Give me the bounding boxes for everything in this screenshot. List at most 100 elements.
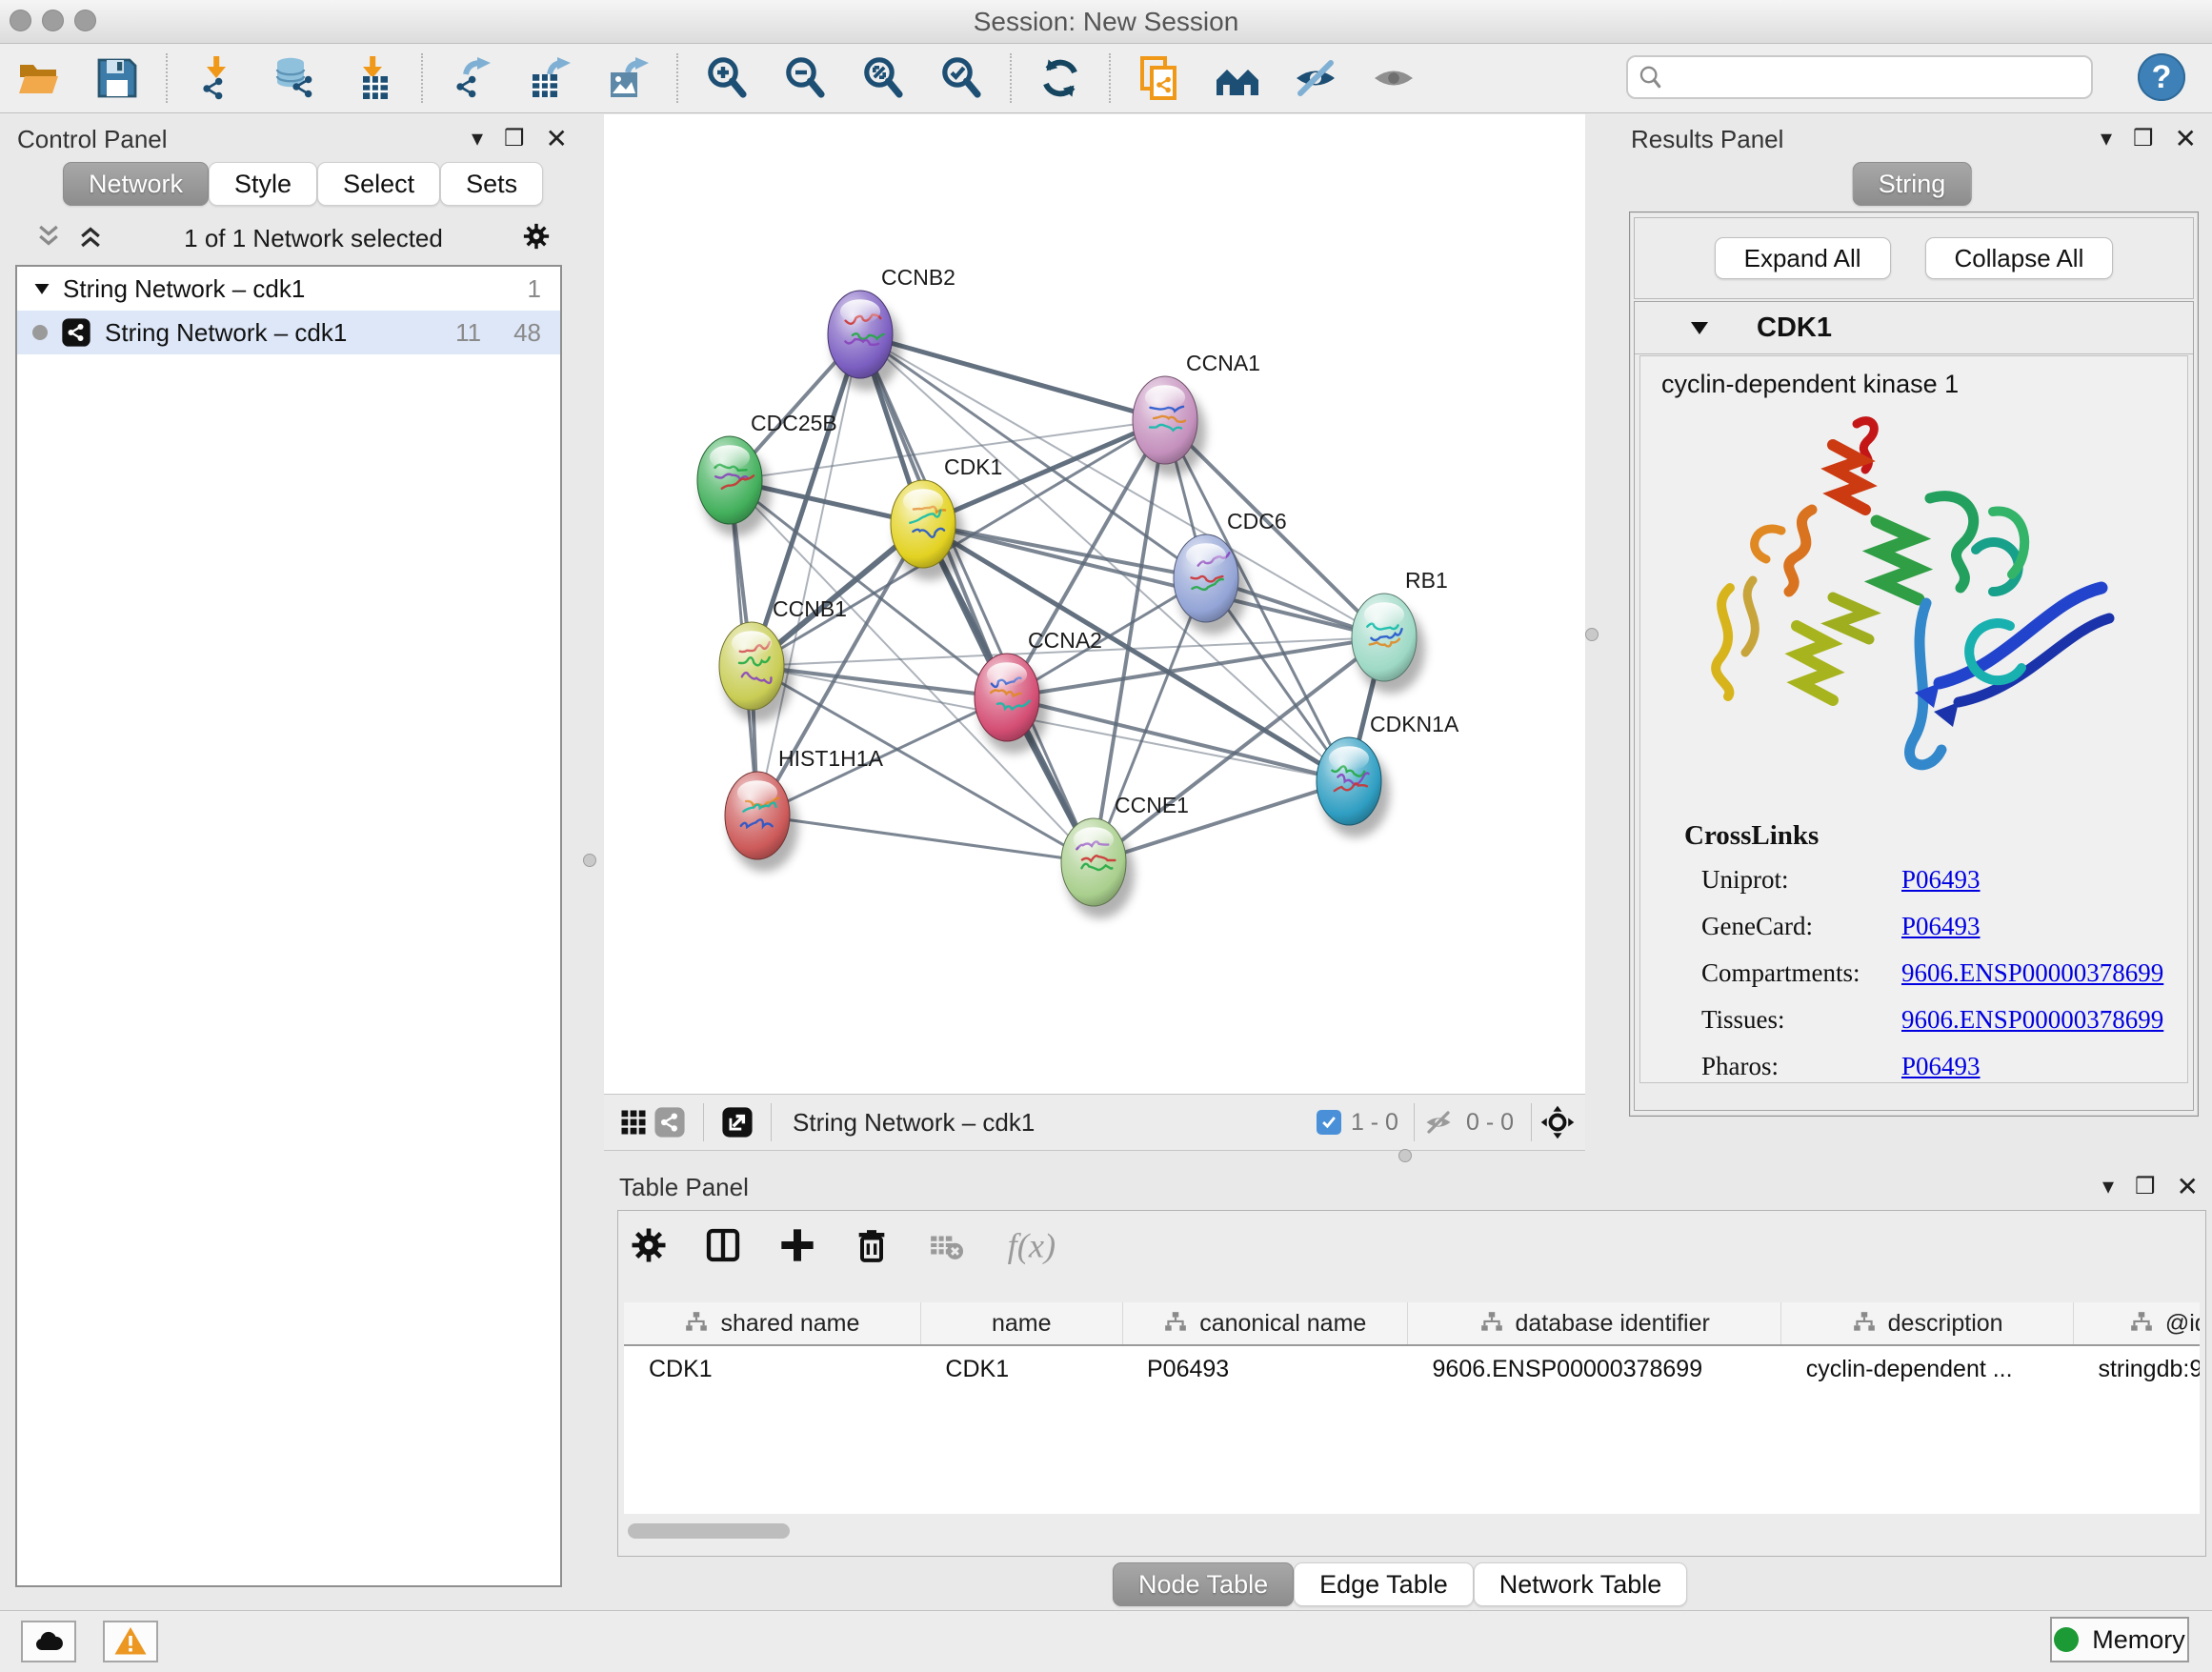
zoom-fit-content-button[interactable]: [857, 52, 909, 104]
delete-table-icon[interactable]: [925, 1224, 967, 1266]
export-table-button[interactable]: [524, 52, 575, 104]
panel-menu-icon[interactable]: ▾: [2101, 128, 2112, 151]
tab-edge-table[interactable]: Edge Table: [1294, 1562, 1474, 1606]
column-header-shared-name[interactable]: shared name: [624, 1302, 920, 1345]
export-image-button[interactable]: [602, 52, 654, 104]
network-node-RB1[interactable]: RB1: [1352, 568, 1448, 694]
tab-style[interactable]: Style: [209, 162, 317, 206]
table-cell[interactable]: cyclin-dependent ...: [1781, 1345, 2074, 1392]
network-node-HIST1H1A[interactable]: HIST1H1A: [725, 746, 884, 872]
table-options-gear-icon[interactable]: [628, 1224, 670, 1266]
zoom-in-icon: [717, 67, 729, 78]
table-horizontal-scrollbar[interactable]: [624, 1521, 2200, 1541]
float-panel-icon[interactable]: ❒: [504, 128, 525, 151]
horizontal-splitter-handle[interactable]: [1398, 1149, 1412, 1162]
crosslink-value-link[interactable]: P06493: [1901, 912, 1981, 941]
cloud-button[interactable]: [21, 1621, 76, 1662]
collection-expander-icon[interactable]: [32, 279, 51, 298]
warnings-button[interactable]: [103, 1621, 158, 1662]
network-options-gear-icon[interactable]: [522, 222, 554, 254]
column-header-database-identifier[interactable]: database identifier: [1408, 1302, 1781, 1345]
tab-string[interactable]: String: [1853, 162, 1972, 206]
tab-network-table[interactable]: Network Table: [1474, 1562, 1688, 1606]
import-network-from-database-button[interactable]: [269, 52, 320, 104]
network-node-CCNA1[interactable]: CCNA1: [1133, 351, 1260, 476]
save-session-button[interactable]: [91, 52, 143, 104]
table-row[interactable]: CDK1CDK1P064939606.ENSP00000378699cyclin…: [624, 1345, 2200, 1392]
memory-button[interactable]: Memory: [2050, 1617, 2189, 1662]
delete-column-icon[interactable]: [851, 1224, 893, 1266]
selected-nodes-checkbox[interactable]: [1317, 1110, 1341, 1135]
close-panel-icon[interactable]: ✕: [2175, 126, 2197, 152]
table-cell[interactable]: 9606.ENSP00000378699: [1408, 1345, 1781, 1392]
close-panel-icon[interactable]: ✕: [546, 126, 568, 152]
crosslink-value-link[interactable]: 9606.ENSP00000378699: [1901, 958, 2163, 988]
left-splitter-handle[interactable]: [583, 854, 596, 867]
tab-sets[interactable]: Sets: [440, 162, 543, 206]
apply-preferred-layout-button[interactable]: [1035, 52, 1086, 104]
grid-view-icon[interactable]: [615, 1104, 652, 1140]
panel-menu-icon[interactable]: ▾: [2102, 1176, 2114, 1199]
first-neighbors-button[interactable]: [1212, 52, 1263, 104]
float-panel-icon[interactable]: ❒: [2133, 128, 2154, 151]
search-field[interactable]: [1626, 55, 2093, 99]
network-edge-CCNB2-HIST1H1A[interactable]: [757, 334, 860, 816]
network-node-CCNA2[interactable]: CCNA2: [975, 628, 1102, 754]
network-edge-count: 48: [513, 318, 541, 348]
network-view-mode-icon[interactable]: [652, 1104, 688, 1140]
zoom-out-button[interactable]: [779, 52, 831, 104]
table-cell[interactable]: stringdb:9...: [2073, 1345, 2200, 1392]
export-network-button[interactable]: [446, 52, 497, 104]
create-column-icon[interactable]: [776, 1224, 818, 1266]
expand-all-networks-icon[interactable]: [76, 222, 105, 255]
network-edge-HIST1H1A-CCNE1[interactable]: [757, 816, 1094, 862]
scrollbar-thumb[interactable]: [628, 1523, 790, 1539]
column-header-canonical-name[interactable]: canonical name: [1122, 1302, 1408, 1345]
right-splitter-handle[interactable]: [1585, 628, 1599, 641]
show-all-button[interactable]: [1368, 52, 1419, 104]
zoom-in-button[interactable]: [701, 52, 753, 104]
network-edge-CCNB2-CCNE1[interactable]: [860, 334, 1094, 862]
tab-network[interactable]: Network: [63, 162, 209, 206]
crosslink-value-link[interactable]: P06493: [1901, 865, 1981, 895]
table-cell[interactable]: CDK1: [624, 1345, 920, 1392]
expand-all-button[interactable]: Expand All: [1715, 237, 1891, 279]
column-header-name[interactable]: name: [920, 1302, 1122, 1345]
close-panel-icon[interactable]: ✕: [2177, 1174, 2199, 1200]
crosslink-value-link[interactable]: 9606.ENSP00000378699: [1901, 1005, 2163, 1035]
network-collection-row[interactable]: String Network – cdk1 1: [17, 267, 560, 311]
collapse-all-button[interactable]: Collapse All: [1925, 237, 2114, 279]
column-header-description[interactable]: description: [1781, 1302, 2074, 1345]
table-cell[interactable]: P06493: [1122, 1345, 1408, 1392]
network-node-CCNB1[interactable]: CCNB1: [719, 596, 847, 722]
collapse-all-networks-icon[interactable]: [34, 222, 63, 255]
protein-section-header[interactable]: CDK1: [1635, 302, 2193, 354]
network-canvas[interactable]: CCNB2CCNA1CDC25BCDK1CDC6RB1CCNB1CCNA2CDK…: [604, 114, 1585, 1094]
import-table-from-file-button[interactable]: [347, 52, 398, 104]
function-builder-icon[interactable]: f(x): [999, 1224, 1085, 1266]
tab-node-table[interactable]: Node Table: [1113, 1562, 1294, 1606]
section-expander-icon[interactable]: [1688, 316, 1711, 339]
search-input[interactable]: [1672, 59, 2085, 97]
birds-eye-navigator-icon[interactable]: [1539, 1104, 1576, 1140]
network-node-CCNB2[interactable]: CCNB2: [828, 265, 955, 391]
float-panel-icon[interactable]: ❒: [2135, 1176, 2156, 1199]
tab-select[interactable]: Select: [317, 162, 440, 206]
open-session-button[interactable]: [13, 52, 65, 104]
table-cell[interactable]: CDK1: [920, 1345, 1122, 1392]
import-network-from-file-button[interactable]: [191, 52, 242, 104]
hide-selected-button[interactable]: [1290, 52, 1341, 104]
network-node-CCNE1[interactable]: CCNE1: [1061, 793, 1189, 918]
hidden-items-icon[interactable]: [1420, 1104, 1457, 1140]
column-header-@id[interactable]: @id: [2073, 1302, 2200, 1345]
new-network-from-selection-button[interactable]: [1134, 52, 1185, 104]
network-node-CDKN1A[interactable]: CDKN1A: [1317, 712, 1459, 837]
panel-menu-icon[interactable]: ▾: [472, 128, 483, 151]
crosslink-label: Tissues:: [1701, 1005, 1901, 1035]
crosslink-value-link[interactable]: P06493: [1901, 1052, 1981, 1081]
show-columns-icon[interactable]: [702, 1224, 744, 1266]
zoom-selected-region-button[interactable]: [935, 52, 987, 104]
network-row[interactable]: String Network – cdk1 11 48: [17, 311, 560, 354]
detach-view-icon[interactable]: [719, 1104, 755, 1140]
help-button[interactable]: ?: [2138, 53, 2185, 101]
